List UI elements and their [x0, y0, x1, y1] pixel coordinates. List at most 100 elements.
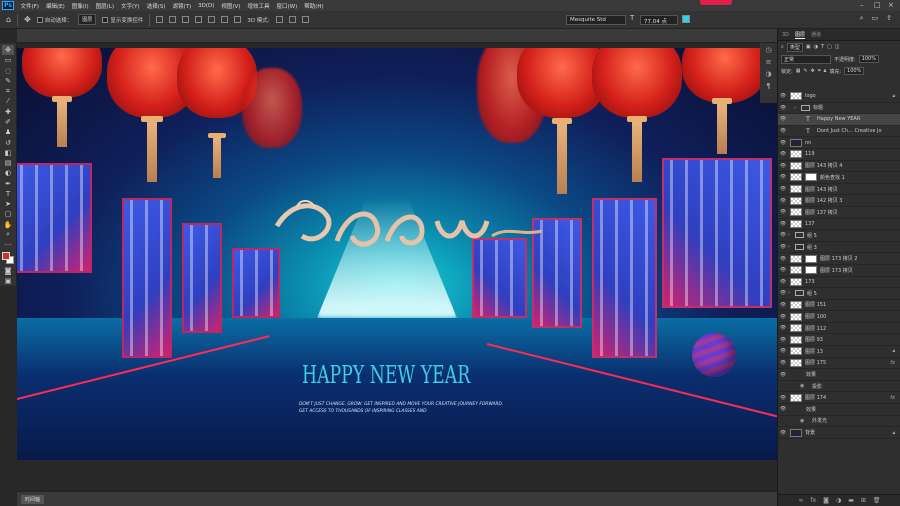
stamp-tool-icon[interactable]: ♟ — [2, 127, 14, 137]
fill-input[interactable]: 100% — [844, 67, 865, 75]
menu-window[interactable]: 窗口(W) — [273, 2, 301, 10]
maximize-icon[interactable]: □ — [874, 1, 881, 9]
visibility-eye-icon[interactable]: 👁︎ — [778, 348, 788, 354]
quick-mask-icon[interactable]: ◙ — [2, 266, 14, 276]
expand-arrow-icon[interactable]: › — [788, 244, 794, 250]
layer-row[interactable]: 👁︎ 颜色查找 1 — [778, 172, 900, 184]
layer-row[interactable]: 👁︎ 图层 13 🔒︎ — [778, 346, 900, 358]
visibility-eye-icon[interactable]: 👁︎ — [778, 209, 788, 215]
fx-badge-icon[interactable]: fx — [890, 395, 895, 401]
layer-row[interactable]: 👁︎ logo 🔒︎ — [778, 91, 900, 103]
visibility-eye-icon[interactable]: 👁︎ — [778, 221, 788, 227]
workspace-icon[interactable]: ▭ — [872, 14, 879, 23]
more-tools-icon[interactable]: ··· — [2, 240, 14, 250]
visibility-eye-icon[interactable]: 👁︎ — [778, 395, 788, 401]
layer-row[interactable]: 👁︎ 效果 — [778, 404, 900, 416]
menu-image[interactable]: 图像(I) — [68, 2, 92, 10]
expand-arrow-icon[interactable]: › — [794, 105, 800, 111]
visibility-eye-icon[interactable]: 👁︎ — [778, 279, 788, 285]
auto-select-dropdown[interactable]: 图层 — [78, 14, 97, 25]
subtitle-text[interactable]: DON'T JUST CHANGE. GROW. GET INSPIRED AN… — [299, 401, 503, 415]
font-size-select[interactable]: 77.04 点 — [640, 15, 678, 25]
menu-file[interactable]: 文件(F) — [17, 2, 42, 10]
lock-pixels-icon[interactable]: ▦ — [796, 68, 801, 74]
mask-icon[interactable]: ◙ — [823, 497, 829, 504]
filter-shape-icon[interactable]: ▢ — [827, 44, 832, 50]
effect-eye-icon[interactable]: ◉ — [800, 383, 808, 389]
auto-select-checkbox[interactable] — [36, 16, 43, 23]
layer-row[interactable]: 👁︎ 图层 143 拷贝 4 — [778, 161, 900, 173]
align-middle-icon[interactable] — [208, 16, 216, 23]
tab-3d[interactable]: 3D — [782, 32, 789, 38]
expand-arrow-icon[interactable]: › — [788, 232, 794, 238]
visibility-eye-icon[interactable]: 👁︎ — [778, 406, 788, 412]
text-color-swatch[interactable] — [682, 15, 690, 23]
visibility-eye-icon[interactable]: 👁︎ — [778, 116, 788, 122]
shape-tool-icon[interactable]: ▢ — [2, 209, 14, 219]
delete-icon[interactable]: 🗑︎ — [873, 497, 881, 504]
artboard-tool-icon[interactable]: ▭ — [2, 55, 14, 65]
tab-layers[interactable]: 图层 — [795, 31, 806, 39]
layer-mask-thumbnail[interactable] — [805, 173, 817, 182]
align-center-icon[interactable] — [169, 16, 177, 23]
pen-tool-icon[interactable]: ✒ — [2, 178, 14, 188]
visibility-eye-icon[interactable]: 👁︎ — [778, 314, 788, 320]
gradient-tool-icon[interactable]: ▤ — [2, 158, 14, 168]
visibility-eye-icon[interactable]: 👁︎ — [778, 267, 788, 273]
visibility-eye-icon[interactable]: 👁︎ — [778, 244, 788, 250]
layer-row[interactable]: 👁︎ T Dont Just Ch... Creative Jo — [778, 126, 900, 138]
3d-rotate-icon[interactable] — [275, 16, 283, 23]
screen-mode-icon[interactable]: ▣ — [2, 276, 14, 286]
visibility-eye-icon[interactable]: 👁︎ — [778, 105, 788, 111]
layer-row[interactable]: 👁︎ 图层 143 拷贝 — [778, 184, 900, 196]
align-left-icon[interactable] — [156, 16, 164, 23]
new-layer-icon[interactable]: ⊞ — [861, 497, 866, 504]
timeline-tab[interactable]: 时间轴 — [21, 494, 45, 504]
layer-row[interactable]: 👁︎ 119 — [778, 149, 900, 161]
visibility-eye-icon[interactable]: 👁︎ — [778, 232, 788, 238]
history-icon[interactable]: ◷ — [764, 46, 773, 55]
eraser-tool-icon[interactable]: ◧ — [2, 148, 14, 158]
path-select-tool-icon[interactable]: ➤ — [2, 199, 14, 209]
distribute-icon[interactable] — [234, 16, 242, 23]
menu-filter[interactable]: 滤镜(T) — [169, 2, 195, 10]
visibility-eye-icon[interactable]: 👁︎ — [778, 302, 788, 308]
lock-position-icon[interactable]: ✥ — [811, 68, 815, 74]
move-tool-icon[interactable]: ✥ — [2, 45, 14, 56]
foreground-color[interactable] — [2, 252, 10, 261]
auto-select-option[interactable]: 自动选择： — [36, 16, 72, 24]
layer-row[interactable]: 👁︎ 图层 112 — [778, 323, 900, 335]
align-right-icon[interactable] — [182, 16, 190, 23]
quick-select-tool-icon[interactable]: ✎ — [2, 76, 14, 86]
visibility-eye-icon[interactable]: 👁︎ — [778, 140, 788, 146]
dodge-tool-icon[interactable]: ◐ — [2, 168, 14, 178]
type-tool-icon[interactable]: T — [2, 189, 14, 199]
artwork[interactable]: HAPPY NEW YEAR DON'T JUST CHANGE. GROW. … — [17, 48, 777, 460]
menu-edit[interactable]: 编辑(E) — [42, 2, 68, 10]
show-transform-checkbox[interactable] — [102, 16, 109, 23]
layer-row[interactable]: 👁︎ › 组 5 — [778, 230, 900, 242]
headline-text[interactable]: HAPPY NEW YEAR — [302, 361, 470, 389]
move-tool-icon[interactable]: ✥ — [24, 15, 31, 24]
new-group-icon[interactable]: ▬ — [848, 497, 854, 504]
menu-plugins[interactable]: 增效工具 — [244, 2, 273, 10]
visibility-eye-icon[interactable]: 👁︎ — [778, 198, 788, 204]
crop-tool-icon[interactable]: ⌗ — [2, 86, 14, 96]
lock-artboard-icon[interactable]: ⌗ — [818, 68, 821, 74]
brush-tool-icon[interactable]: ✐ — [2, 117, 14, 127]
filter-image-icon[interactable]: ▣ — [806, 44, 811, 50]
visibility-eye-icon[interactable]: 👁︎ — [778, 372, 788, 378]
lasso-tool-icon[interactable]: ◌ — [2, 66, 14, 76]
home-icon[interactable]: ⌂ — [6, 15, 11, 24]
menu-layer[interactable]: 图层(L) — [92, 2, 117, 10]
opacity-input[interactable]: 100% — [858, 55, 879, 63]
layer-row[interactable]: 👁︎ 图层 142 拷贝 3 — [778, 195, 900, 207]
layer-row[interactable]: 👁︎ 图层 174 fx — [778, 392, 900, 405]
layer-row[interactable]: 👁︎ 图层 173 拷贝 — [778, 265, 900, 277]
share-icon[interactable]: ⇪ — [886, 14, 892, 23]
visibility-eye-icon[interactable]: 👁︎ — [778, 290, 788, 296]
layer-row[interactable]: ◉ 外发光 — [778, 416, 900, 428]
lock-paint-icon[interactable]: ✎ — [803, 68, 807, 74]
history-brush-icon[interactable]: ↺ — [2, 137, 14, 147]
3d-drag-icon[interactable] — [301, 16, 309, 23]
